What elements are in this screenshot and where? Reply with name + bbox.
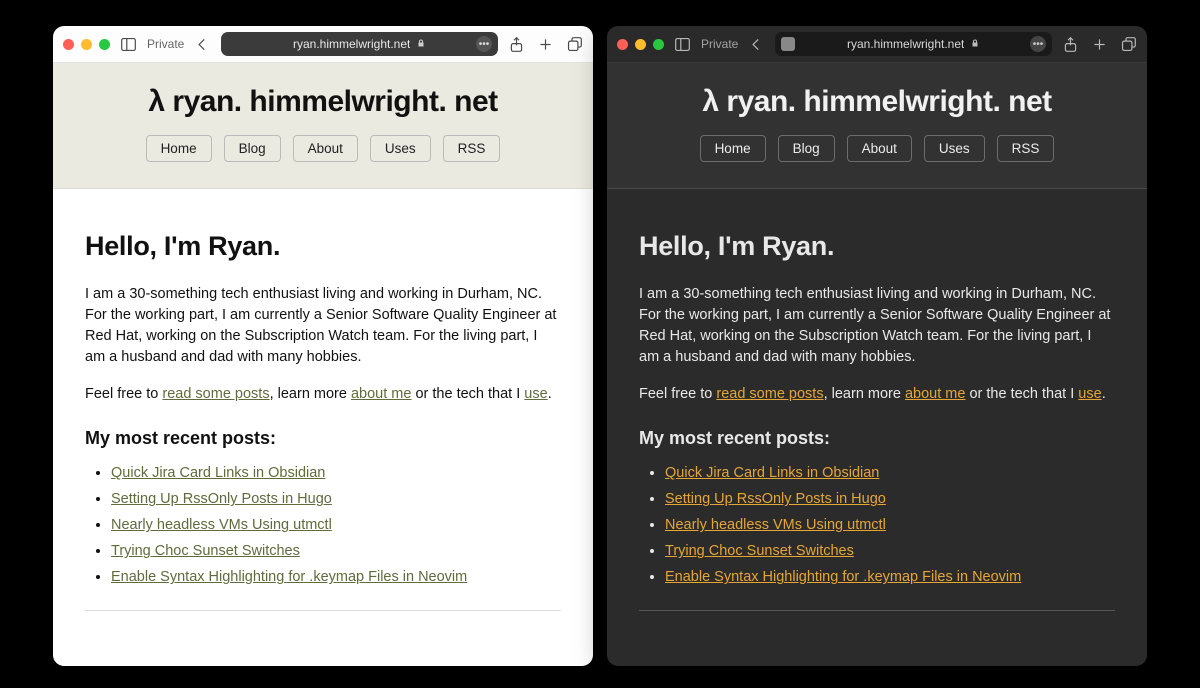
window-controls bbox=[617, 39, 664, 50]
extensions-icon[interactable]: ••• bbox=[476, 36, 492, 52]
close-window-button[interactable] bbox=[63, 39, 74, 50]
share-icon[interactable] bbox=[508, 36, 525, 53]
intro-links-paragraph: Feel free to read some posts, learn more… bbox=[639, 384, 1115, 405]
nav-uses[interactable]: Uses bbox=[924, 135, 985, 162]
private-label: Private bbox=[147, 37, 184, 51]
nav-blog[interactable]: Blog bbox=[224, 135, 281, 162]
new-tab-icon[interactable] bbox=[1091, 36, 1108, 53]
intro-paragraph: I am a 30-something tech enthusiast livi… bbox=[85, 284, 561, 368]
list-item: Setting Up RssOnly Posts in Hugo bbox=[665, 489, 1115, 510]
toolbar: Private ryan.himmelwright.net ••• bbox=[53, 26, 593, 63]
list-item: Trying Choc Sunset Switches bbox=[665, 541, 1115, 562]
nav-about[interactable]: About bbox=[847, 135, 912, 162]
private-label: Private bbox=[701, 37, 738, 51]
recent-post-link[interactable]: Quick Jira Card Links in Obsidian bbox=[111, 465, 325, 481]
recent-post-link[interactable]: Trying Choc Sunset Switches bbox=[665, 543, 854, 559]
site-banner: λ ryan. himmelwright. net Home Blog Abou… bbox=[607, 63, 1147, 189]
recent-heading: My most recent posts: bbox=[85, 425, 561, 451]
safari-window-dark: Private ryan.himmelwright.net ••• bbox=[607, 26, 1147, 666]
nav-rss[interactable]: RSS bbox=[997, 135, 1055, 162]
list-item: Setting Up RssOnly Posts in Hugo bbox=[111, 489, 561, 510]
list-item: Nearly headless VMs Using utmctl bbox=[111, 515, 561, 536]
recent-post-link[interactable]: Setting Up RssOnly Posts in Hugo bbox=[111, 491, 332, 507]
recent-post-link[interactable]: Setting Up RssOnly Posts in Hugo bbox=[665, 491, 886, 507]
page-heading: Hello, I'm Ryan. bbox=[85, 227, 561, 266]
lock-icon bbox=[416, 37, 426, 51]
recent-post-link[interactable]: Quick Jira Card Links in Obsidian bbox=[665, 465, 879, 481]
list-item: Nearly headless VMs Using utmctl bbox=[665, 515, 1115, 536]
sidebar-icon[interactable] bbox=[120, 36, 137, 53]
recent-post-link[interactable]: Trying Choc Sunset Switches bbox=[111, 543, 300, 559]
nav-row: Home Blog About Uses RSS bbox=[73, 135, 573, 162]
link-use[interactable]: use bbox=[1078, 386, 1101, 402]
recent-heading: My most recent posts: bbox=[639, 425, 1115, 451]
nav-home[interactable]: Home bbox=[146, 135, 212, 162]
extensions-icon[interactable]: ••• bbox=[1030, 36, 1046, 52]
list-item: Enable Syntax Highlighting for .keymap F… bbox=[665, 567, 1115, 588]
minimize-window-button[interactable] bbox=[635, 39, 646, 50]
page-body: λ ryan. himmelwright. net Home Blog Abou… bbox=[607, 63, 1147, 666]
favicon bbox=[781, 37, 795, 51]
link-read-posts[interactable]: read some posts bbox=[716, 386, 823, 402]
list-item: Quick Jira Card Links in Obsidian bbox=[665, 463, 1115, 484]
content: Hello, I'm Ryan. I am a 30-something tec… bbox=[607, 189, 1147, 631]
site-banner: λ ryan. himmelwright. net Home Blog Abou… bbox=[53, 63, 593, 189]
sidebar-icon[interactable] bbox=[674, 36, 691, 53]
url-text: ryan.himmelwright.net bbox=[847, 37, 964, 51]
window-controls bbox=[63, 39, 110, 50]
toolbar: Private ryan.himmelwright.net ••• bbox=[607, 26, 1147, 63]
nav-row: Home Blog About Uses RSS bbox=[627, 135, 1127, 162]
url-text: ryan.himmelwright.net bbox=[293, 37, 410, 51]
recent-post-link[interactable]: Enable Syntax Highlighting for .keymap F… bbox=[111, 569, 467, 585]
safari-window-light: Private ryan.himmelwright.net ••• bbox=[53, 26, 593, 666]
nav-blog[interactable]: Blog bbox=[778, 135, 835, 162]
link-about-me[interactable]: about me bbox=[351, 386, 411, 402]
divider bbox=[639, 610, 1115, 611]
tabs-overview-icon[interactable] bbox=[566, 36, 583, 53]
back-icon[interactable] bbox=[194, 36, 211, 53]
page-heading: Hello, I'm Ryan. bbox=[639, 227, 1115, 266]
intro-links-paragraph: Feel free to read some posts, learn more… bbox=[85, 384, 561, 405]
site-title: λ ryan. himmelwright. net bbox=[627, 85, 1127, 119]
back-icon[interactable] bbox=[748, 36, 765, 53]
tabs-overview-icon[interactable] bbox=[1120, 36, 1137, 53]
divider bbox=[85, 610, 561, 611]
share-icon[interactable] bbox=[1062, 36, 1079, 53]
list-item: Quick Jira Card Links in Obsidian bbox=[111, 463, 561, 484]
link-use[interactable]: use bbox=[524, 386, 547, 402]
zoom-window-button[interactable] bbox=[99, 39, 110, 50]
list-item: Enable Syntax Highlighting for .keymap F… bbox=[111, 567, 561, 588]
nav-uses[interactable]: Uses bbox=[370, 135, 431, 162]
nav-about[interactable]: About bbox=[293, 135, 358, 162]
recent-post-link[interactable]: Nearly headless VMs Using utmctl bbox=[665, 517, 886, 533]
page-body: λ ryan. himmelwright. net Home Blog Abou… bbox=[53, 63, 593, 666]
address-bar[interactable]: ryan.himmelwright.net ••• bbox=[775, 32, 1052, 56]
recent-post-link[interactable]: Nearly headless VMs Using utmctl bbox=[111, 517, 332, 533]
recent-list: Quick Jira Card Links in Obsidian Settin… bbox=[85, 463, 561, 588]
close-window-button[interactable] bbox=[617, 39, 628, 50]
content: Hello, I'm Ryan. I am a 30-something tec… bbox=[53, 189, 593, 631]
recent-post-link[interactable]: Enable Syntax Highlighting for .keymap F… bbox=[665, 569, 1021, 585]
address-bar[interactable]: ryan.himmelwright.net ••• bbox=[221, 32, 498, 56]
nav-home[interactable]: Home bbox=[700, 135, 766, 162]
recent-list: Quick Jira Card Links in Obsidian Settin… bbox=[639, 463, 1115, 588]
minimize-window-button[interactable] bbox=[81, 39, 92, 50]
list-item: Trying Choc Sunset Switches bbox=[111, 541, 561, 562]
new-tab-icon[interactable] bbox=[537, 36, 554, 53]
link-about-me[interactable]: about me bbox=[905, 386, 965, 402]
intro-paragraph: I am a 30-something tech enthusiast livi… bbox=[639, 284, 1115, 368]
zoom-window-button[interactable] bbox=[653, 39, 664, 50]
nav-rss[interactable]: RSS bbox=[443, 135, 501, 162]
link-read-posts[interactable]: read some posts bbox=[162, 386, 269, 402]
lock-icon bbox=[970, 37, 980, 51]
site-title: λ ryan. himmelwright. net bbox=[73, 85, 573, 119]
